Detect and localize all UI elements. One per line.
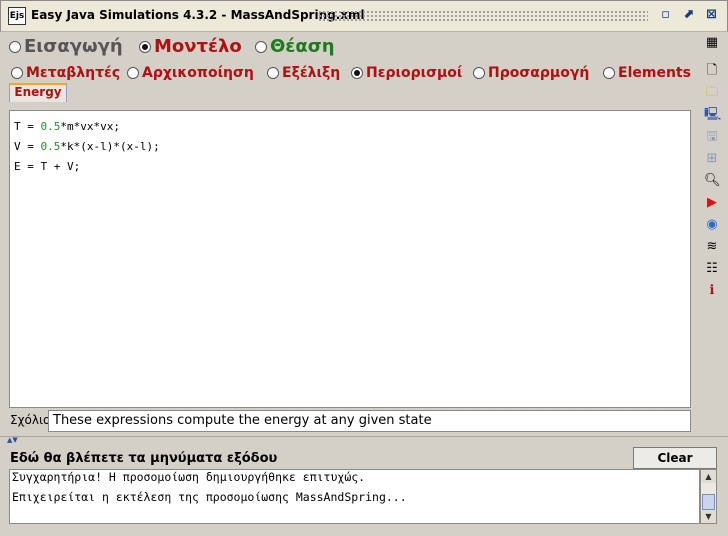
new-file-icon[interactable]: 🗋	[704, 63, 720, 79]
output-scrollbar[interactable]: ▲ ▼	[700, 469, 717, 524]
open-folder-icon[interactable]: 🗀	[704, 85, 720, 101]
app-icon: Ejs	[8, 7, 26, 25]
radio-evolution[interactable]: Εξέλιξη	[267, 62, 340, 82]
stack-icon[interactable]: ≋	[704, 239, 720, 255]
radio-label: Εισαγωγή	[24, 36, 123, 57]
radio-label: Elements	[618, 64, 691, 81]
radio-indicator	[127, 66, 139, 79]
radio-label: Θέαση	[270, 36, 335, 57]
clear-output-button[interactable]: Clear output	[633, 447, 717, 485]
radio-label: Αρχικοποίηση	[142, 64, 254, 81]
radio-indicator	[603, 66, 615, 79]
code-line: T = 0.5*m*vx*vx;	[14, 120, 120, 133]
save-as-icon[interactable]: ⊞	[704, 151, 720, 167]
radio-label: Εξέλιξη	[282, 64, 341, 81]
radio-indicator	[139, 40, 151, 53]
scroll-up-icon[interactable]: ▲	[701, 470, 716, 483]
radio-label: Μεταβλητές	[26, 64, 121, 81]
web-icon[interactable]: ◉	[704, 217, 720, 233]
comment-field[interactable]: These expressions compute the energy at …	[48, 410, 691, 432]
radio-indicator	[11, 66, 23, 79]
radio-label: Προσαρμογή	[488, 64, 590, 81]
radio-introduction[interactable]: Εισαγωγή	[9, 36, 123, 58]
radio-indicator	[473, 66, 485, 79]
code-line: E = T + V;	[14, 160, 81, 173]
splitter[interactable]	[0, 436, 728, 444]
minimize-icon[interactable]: ▫	[657, 7, 674, 24]
output-area[interactable]: Συγχαρητήρια! Η προσομοίωση δημιουργήθηκ…	[9, 469, 700, 524]
radio-model[interactable]: Μοντέλο	[139, 36, 242, 58]
radio-indicator	[255, 40, 267, 53]
radio-constraints[interactable]: Περιορισμοί	[351, 62, 462, 82]
options-icon[interactable]: ☷	[704, 261, 720, 277]
scroll-down-icon[interactable]: ▼	[701, 510, 716, 523]
open-remote-icon[interactable]: 🖳	[704, 107, 721, 123]
output-line: Συγχαρητήρια! Η προσομοίωση δημιουργήθηκ…	[12, 470, 366, 484]
radio-initialization[interactable]: Αρχικοποίηση	[127, 62, 254, 82]
output-title: Εδώ θα βλέπετε τα μηνύματα εξόδου	[10, 451, 278, 466]
radio-custom[interactable]: Προσαρμογή	[473, 62, 589, 82]
radio-variables[interactable]: Μεταβλητές	[11, 62, 120, 82]
search-icon[interactable]: 🔍︎	[704, 173, 721, 189]
run-icon[interactable]: ▶	[704, 195, 720, 211]
radio-indicator	[9, 40, 21, 53]
radio-view[interactable]: Θέαση	[255, 36, 335, 58]
title-grip	[318, 10, 648, 22]
tab-energy[interactable]: Energy	[9, 83, 67, 102]
code-editor[interactable]: T = 0.5*m*vx*vx; V = 0.5*k*(x-l)*(x-l); …	[9, 110, 691, 408]
radio-indicator	[267, 66, 279, 79]
layout-icon[interactable]: ▦	[704, 35, 720, 51]
radio-elements[interactable]: Elements	[603, 62, 691, 82]
code-line: V = 0.5*k*(x-l)*(x-l);	[14, 140, 160, 153]
radio-label: Μοντέλο	[154, 36, 242, 57]
maximize-icon[interactable]: ⬈	[680, 7, 697, 24]
output-line: Επιχειρείται η εκτέλεση της προσομοίωσης…	[12, 490, 407, 504]
comment-label: Σχόλιο	[10, 413, 51, 427]
window-title: Easy Java Simulations 4.3.2 - MassAndSpr…	[31, 8, 365, 22]
radio-label: Περιορισμοί	[366, 64, 463, 81]
radio-indicator	[351, 66, 363, 79]
close-icon[interactable]: ⊠	[703, 7, 720, 24]
save-icon[interactable]: 🖫	[704, 129, 720, 145]
info-icon[interactable]: ℹ	[704, 283, 720, 299]
scroll-thumb[interactable]	[702, 494, 715, 510]
splitter-arrows-icon[interactable]: ▲▼	[7, 436, 18, 444]
